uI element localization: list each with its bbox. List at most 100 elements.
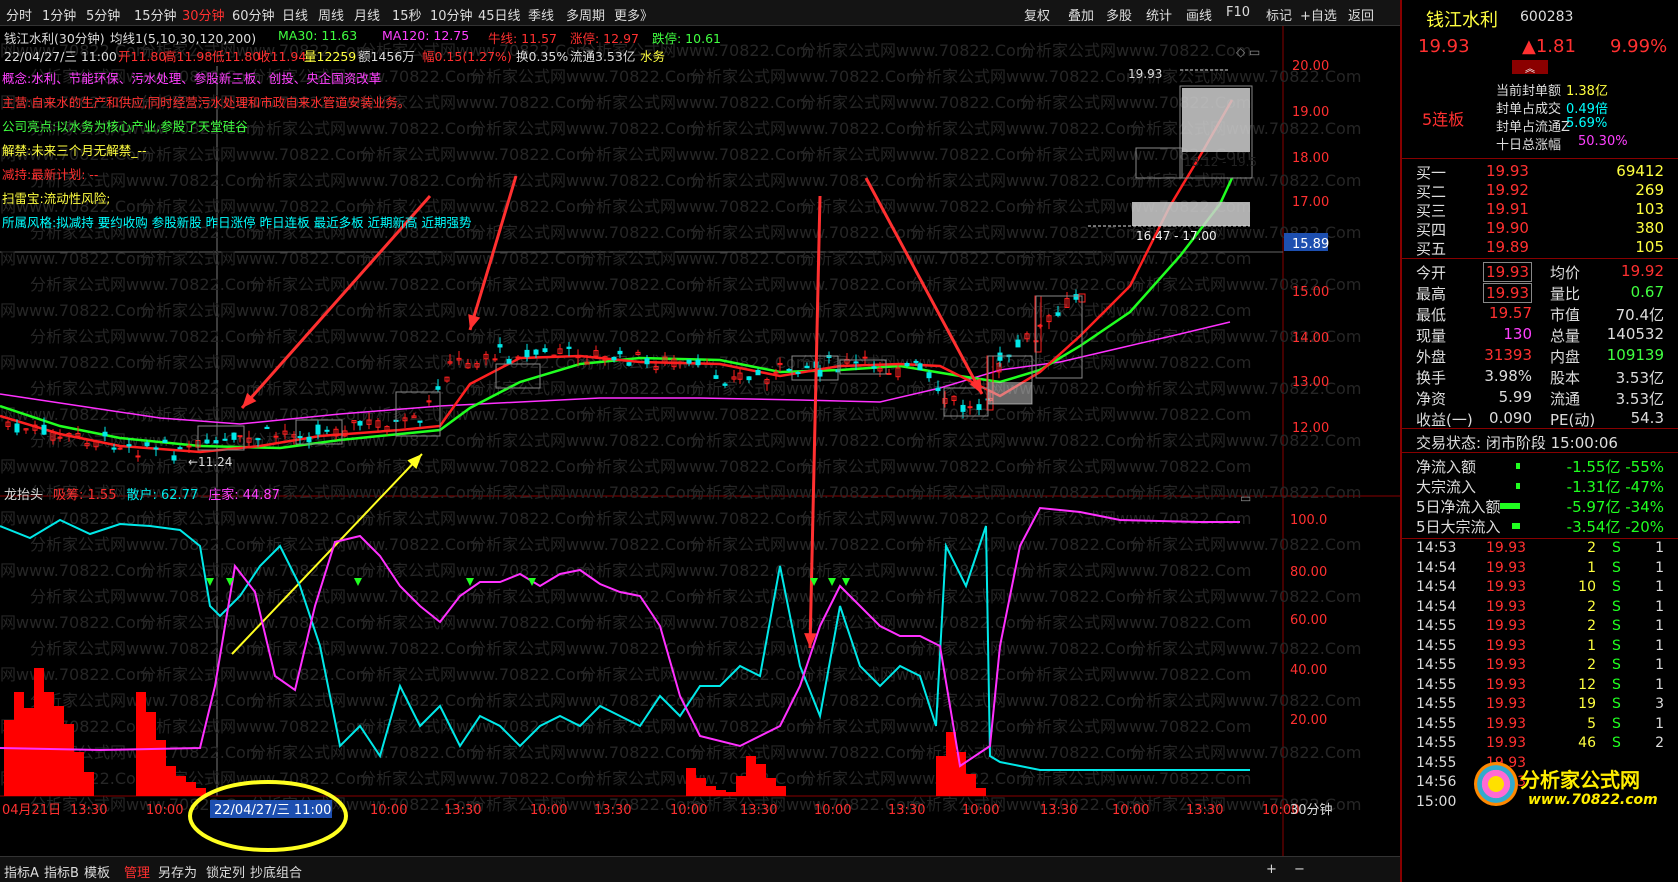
time-axis-label: 10:00 [1112,803,1149,818]
candle-body [913,360,919,363]
toolbar-right-3[interactable]: 统计 [1146,5,1172,24]
stat-label: 最低 [1416,306,1447,324]
bottom-btn-0[interactable]: 指标A [4,862,39,881]
stat-label: 股本 [1550,369,1581,387]
watermark-text: 分析家公式网www.70822.Com [800,197,1031,216]
toolbar-right-7[interactable]: +自选 [1300,5,1337,24]
watermark-text: 分析家公式网www.70822.Com [910,639,1141,658]
main-chart-area[interactable]: 分析家公式网www.70822.Com分析家公式网www.70822.Com分析… [0,26,1400,868]
bottom-btn-6[interactable]: 抄底组合 [250,862,302,881]
watermark-text: 分析家公式网www.70822.Com [580,613,811,632]
header-title: 钱江水利(30分钟) [4,31,105,46]
stat-value: 0.090 [1489,409,1532,427]
watermark-text: 分析家公式网www.70822.Com [580,665,811,684]
note-row: 所属风格:拟减持 要约收购 参股新股 昨日涨停 昨日连板 最近多板 近期新高 近… [2,212,472,231]
tick-time: 14:56 [1416,774,1457,790]
watermark-text: 分析家公式网www.70822.Com [690,743,921,762]
tab-period-12[interactable]: 季线 [528,5,554,24]
watermark-text: 分析家公式网www.70822.Com [360,249,591,268]
candle-body [755,369,761,376]
watermark-text: 分析家公式网www.70822.Com [910,67,1141,86]
tab-period-14[interactable]: 更多》 [614,5,653,24]
watermark-text: 分析家公式网www.70822.Com [910,587,1141,606]
bottom-btn-3[interactable]: 管理 [124,862,150,881]
bottom-btn-5[interactable]: 锁定列 [206,862,245,881]
flow-label: 5日大宗流入 [1416,518,1501,536]
tab-period-10[interactable]: 10分钟 [430,5,473,24]
watermark-text: 分析家公式网www.70822.Com [250,119,481,138]
indicator-axis-label: 80.00 [1290,565,1327,580]
price-axis-label: 15.89 [1292,237,1329,252]
tab-period-1[interactable]: 1分钟 [42,5,76,24]
tick-volume: 2 [1587,598,1596,615]
tab-period-8[interactable]: 月线 [354,5,380,24]
tab-period-2[interactable]: 5分钟 [86,5,120,24]
tab-period-6[interactable]: 日线 [282,5,308,24]
bid-label: 买一 [1416,164,1447,182]
toolbar-right-5[interactable]: F10 [1226,5,1250,20]
tab-period-5[interactable]: 60分钟 [232,5,275,24]
watermark-text: 分析家公式网www.70822.Com [0,301,151,320]
candle-body [677,361,683,364]
volume-bar [766,778,776,796]
watermark-text: 分析家公式网www.70822.Com [1020,405,1251,424]
toolbar-right-1[interactable]: 叠加 [1068,5,1094,24]
candle-body [926,372,932,379]
bottom-btn-4[interactable]: 另存为 [158,862,197,881]
watermark-text: 分析家公式网www.70822.Com [30,535,261,554]
toolbar-right-6[interactable]: 标记 [1266,5,1292,24]
toolbar-right-2[interactable]: 多股 [1106,5,1132,24]
zoom-out-icon[interactable]: − [1294,862,1305,877]
tick-side: S [1612,676,1621,693]
tab-period-13[interactable]: 多周期 [566,5,605,24]
header-tag: 水务 [640,49,666,64]
tab-period-9[interactable]: 15秒 [392,5,422,24]
tick-volume: 5 [1587,715,1596,732]
watermark-text: 分析家公式网www.70822.Com [360,769,591,788]
time-axis-label: 13:30 [594,803,631,818]
chart-canvas[interactable]: 分析家公式网www.70822.Com分析家公式网www.70822.Com分析… [0,26,1400,856]
toolbar-right-8[interactable]: 返回 [1348,5,1374,24]
bottom-btn-1[interactable]: 指标B [44,862,79,881]
tick-price: 19.93 [1486,696,1527,712]
tab-period-7[interactable]: 周线 [318,5,344,24]
tick-side: S [1612,696,1621,712]
tick-price: 19.93 [1486,559,1527,576]
watermark-text: 分析家公式网www.70822.Com [910,795,1141,814]
candle-body [255,438,261,441]
time-axis-label: 10:00 [962,803,999,818]
tab-period-3[interactable]: 15分钟 [134,5,177,24]
watermark-text: 分析家公式网www.70822.Com [690,119,921,138]
stat-value: 70.4亿 [1615,306,1664,324]
header-dieting: 跌停: 10.61 [652,31,721,46]
tab-period-0[interactable]: 分时 [6,5,32,24]
zoom-in-icon[interactable]: + [1266,862,1277,877]
watermark-text: 分析家公式网www.70822.Com [690,379,921,398]
watermark-text: 分析家公式网www.70822.Com [470,67,701,86]
seal-value: 50.30% [1578,134,1628,149]
expand-chevron-icon[interactable]: ︽ [1512,60,1548,75]
time-axis-label: 10:00 [814,803,851,818]
volume-bar [726,792,736,796]
toolbar-right-4[interactable]: 画线 [1186,5,1212,24]
watermark-text: 分析家公式网www.70822.Com [1130,639,1361,658]
candle-body [222,438,228,441]
bottom-toolbar: 指标A 指标B 模板 管理 另存为 锁定列 抄底组合 + − [0,856,1400,882]
tab-period-4[interactable]: 30分钟 [182,5,225,24]
tab-period-11[interactable]: 45日线 [478,5,521,24]
indicator-sanhu: 散户: 62.77 [126,488,199,503]
candle-body [435,386,441,390]
watermark-text: 分析家公式网www.70822.Com [580,561,811,580]
candle-body [186,445,192,448]
candle-body [904,362,910,367]
indicator-axis-label: 20.00 [1290,713,1327,728]
watermark-text: 分析家公式网www.70822.Com [470,795,701,814]
bottom-btn-2[interactable]: 模板 [84,862,110,881]
indicator-name[interactable]: 龙抬头 [4,488,43,503]
note-text: 拟减持 要约收购 参股新股 昨日涨停 昨日连板 最近多板 近期新高 近期强势 [56,215,472,230]
stat-value: 3.98% [1484,367,1532,385]
toolbar-right-0[interactable]: 复权 [1024,5,1050,24]
site-logo: 分析家公式网 www.70822.com [1474,760,1674,820]
watermark-text: 分析家公式网www.70822.Com [690,483,921,502]
time-axis-label: 13:30 [740,803,777,818]
